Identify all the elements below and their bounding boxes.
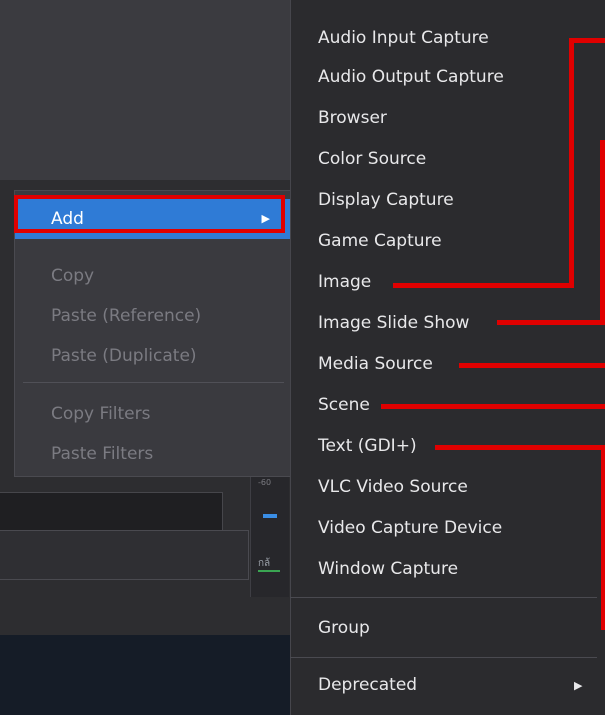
annotation-highlight-box (14, 195, 285, 233)
source-deprecated[interactable]: Deprecated (318, 667, 417, 703)
context-menu: Add ▶ Copy Paste (Reference) Paste (Dupl… (14, 190, 293, 477)
background-window-top (0, 0, 293, 180)
menu-item-paste-duplicate-label: Paste (Duplicate) (51, 346, 197, 366)
source-text-gdi[interactable]: Text (GDI+) (318, 428, 417, 464)
menu-item-paste-filters[interactable]: Paste Filters (15, 434, 292, 474)
menu-item-paste-duplicate[interactable]: Paste (Duplicate) (15, 336, 292, 376)
source-scene[interactable]: Scene (318, 387, 370, 423)
volume-meter-indicator (263, 514, 277, 518)
source-group[interactable]: Group (318, 610, 370, 646)
menu-item-copy-label: Copy (51, 266, 95, 286)
annotation-line (600, 140, 605, 325)
source-color-source[interactable]: Color Source (318, 141, 426, 177)
source-image-slide-show[interactable]: Image Slide Show (318, 305, 469, 341)
menu-item-copy-filters[interactable]: Copy Filters (15, 394, 292, 434)
volume-level-bar (258, 570, 280, 572)
source-window-capture[interactable]: Window Capture (318, 551, 458, 587)
preview-area (0, 635, 293, 715)
menu-item-paste-reference-label: Paste (Reference) (51, 306, 202, 326)
source-media-source[interactable]: Media Source (318, 346, 433, 382)
menu-separator (23, 382, 284, 383)
deprecated-submenu-arrow-icon: ▶ (574, 679, 583, 692)
source-game-capture[interactable]: Game Capture (318, 223, 442, 259)
submenu-separator (290, 597, 597, 598)
annotation-line (601, 450, 605, 630)
source-audio-input-capture[interactable]: Audio Input Capture (318, 20, 489, 56)
mixer-scale-text: -60 (258, 478, 272, 487)
source-browser[interactable]: Browser (318, 100, 387, 136)
menu-item-paste-filters-label: Paste Filters (51, 444, 154, 464)
source-display-capture[interactable]: Display Capture (318, 182, 454, 218)
background-input-row[interactable] (0, 530, 249, 580)
mixer-channel-label: กล้ (258, 558, 271, 569)
background-list-row[interactable] (0, 492, 223, 532)
menu-item-copy-filters-label: Copy Filters (51, 404, 151, 424)
submenu-separator-bottom (290, 657, 597, 658)
annotation-line (459, 363, 605, 368)
source-video-capture-device[interactable]: Video Capture Device (318, 510, 502, 546)
annotation-line (497, 320, 605, 325)
source-vlc-video-source[interactable]: VLC Video Source (318, 469, 468, 505)
annotation-line (393, 283, 574, 288)
annotation-line (569, 38, 574, 288)
annotation-line (569, 38, 605, 43)
source-audio-output-capture[interactable]: Audio Output Capture (318, 59, 504, 95)
annotation-line (435, 445, 605, 450)
source-image[interactable]: Image (318, 264, 371, 300)
menu-item-paste-reference[interactable]: Paste (Reference) (15, 296, 292, 336)
annotation-line (381, 404, 605, 409)
menu-item-copy[interactable]: Copy (15, 256, 292, 296)
